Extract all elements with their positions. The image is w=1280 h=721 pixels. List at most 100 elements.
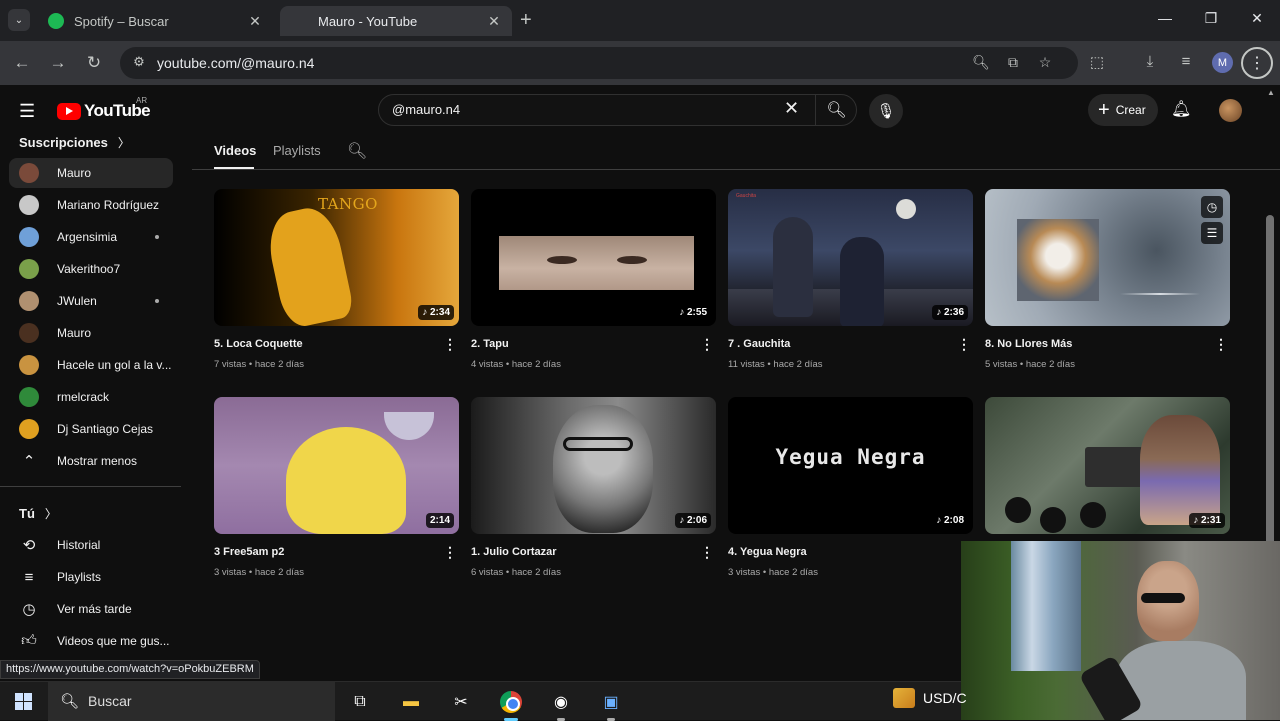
downloads-icon[interactable]: ⤓ — [1140, 53, 1160, 70]
profile-avatar[interactable]: M — [1212, 52, 1233, 73]
video-thumbnail[interactable]: Yegua Negra ♪ 2:08 — [728, 397, 973, 534]
clear-search-icon[interactable]: ✕ — [784, 98, 799, 119]
watch-later-icon[interactable]: ◷ — [1201, 196, 1223, 218]
file-explorer-icon[interactable]: ▬ — [397, 688, 425, 716]
video-thumbnail[interactable]: ♪ 2:06 — [471, 397, 716, 534]
tab-playlists[interactable]: Playlists — [273, 143, 321, 158]
extensions-icon[interactable]: ⬚ — [1087, 53, 1107, 71]
video-card[interactable]: Gauchita ♪ 2:36 7 . Gauchita 11 vistas •… — [728, 189, 973, 370]
obs-icon[interactable]: ◉ — [547, 688, 575, 721]
show-less-button[interactable]: ⌃ Mostrar menos — [9, 446, 173, 476]
sidebar-item-hacele-un-gol[interactable]: Hacele un gol a la v... — [9, 350, 173, 380]
sidebar-item-mauro[interactable]: Mauro — [9, 158, 173, 188]
sidebar-item-playlists[interactable]: ≡ Playlists — [9, 562, 173, 592]
menu-icon[interactable]: ☰ — [19, 101, 35, 122]
duration-badge: 2:14 — [425, 513, 454, 528]
currency-ticker[interactable]: USD/C — [893, 688, 967, 708]
zoom-icon[interactable]: 🔍︎ — [972, 54, 990, 71]
more-actions-icon[interactable]: ⋮ — [700, 336, 714, 353]
channel-search-icon[interactable]: 🔍︎ — [347, 141, 367, 161]
video-card[interactable]: 2:14 3 Free5am p2 3 vistas • hace 2 días… — [214, 397, 459, 578]
close-tab-icon[interactable]: ✕ — [486, 13, 502, 30]
restore-button[interactable]: ❐ — [1201, 10, 1221, 27]
video-title[interactable]: 1. Julio Cortazar — [471, 546, 557, 558]
thumbnail-character — [286, 427, 406, 534]
back-arrow-icon[interactable]: ← — [12, 53, 32, 73]
more-actions-icon[interactable]: ⋮ — [443, 544, 457, 561]
browser-menu-icon[interactable]: ⋮ — [1241, 47, 1273, 79]
minimize-button[interactable]: — — [1155, 10, 1175, 26]
video-thumbnail[interactable]: Gauchita ♪ 2:36 — [728, 189, 973, 326]
tab-spotify[interactable]: Spotify – Buscar ✕ — [38, 6, 273, 36]
add-to-queue-icon[interactable]: ☰ — [1201, 222, 1223, 244]
more-actions-icon[interactable]: ⋮ — [443, 336, 457, 353]
notifications-bell-icon[interactable]: 🔔︎ — [1171, 99, 1191, 119]
scroll-up-arrow-icon[interactable]: ▲ — [1267, 88, 1275, 97]
task-view-icon[interactable]: ⧉ — [346, 688, 374, 716]
photos-icon[interactable]: ▣ — [597, 688, 625, 721]
windows-start-icon[interactable] — [15, 693, 32, 710]
chevron-right-icon: 〉 — [44, 507, 57, 521]
address-bar[interactable]: ⚙ youtube.com/@mauro.n4 🔍︎ ⧉ ☆ — [120, 47, 1078, 79]
sidebar-item-dj-santiago-cejas[interactable]: Dj Santiago Cejas — [9, 414, 173, 444]
taskbar-search[interactable]: 🔍︎ Buscar — [48, 682, 335, 721]
sidebar-item-liked-videos[interactable]: 👍︎ Videos que me gus... — [9, 626, 173, 656]
video-title[interactable]: 4. Yegua Negra — [728, 546, 807, 558]
new-tab-button[interactable]: + — [520, 9, 532, 32]
reload-icon[interactable]: ↻ — [84, 53, 104, 73]
thumbnail-person — [1140, 415, 1220, 525]
media-control-icon[interactable]: ≡ — [1176, 53, 1196, 70]
video-title[interactable]: 2. Tapu — [471, 338, 509, 350]
chevron-up-icon: ⌃ — [22, 453, 36, 470]
search-box[interactable]: @mauro.n4 ✕ 🔍︎ — [378, 94, 857, 126]
sidebar-item-rmelcrack[interactable]: rmelcrack — [9, 382, 173, 412]
site-info-icon[interactable]: ⚙ — [130, 54, 148, 72]
video-thumbnail[interactable]: ♪ 2:31 — [985, 397, 1230, 534]
search-button[interactable]: 🔍︎ — [815, 95, 857, 125]
close-tab-icon[interactable]: ✕ — [247, 13, 263, 30]
video-card[interactable]: Yegua Negra ♪ 2:08 4. Yegua Negra 3 vist… — [728, 397, 973, 578]
link-status-bubble: https://www.youtube.com/watch?v=oPokbuZE… — [0, 660, 260, 679]
url-text[interactable]: youtube.com/@mauro.n4 — [157, 55, 314, 71]
video-thumbnail[interactable]: ◷ ☰ — [985, 189, 1230, 326]
video-title[interactable]: 7 . Gauchita — [728, 338, 790, 350]
capcut-icon[interactable]: ✂ — [447, 688, 475, 716]
sidebar-item-watch-later[interactable]: ◷ Ver más tarde — [9, 594, 173, 624]
video-title[interactable]: 3 Free5am p2 — [214, 546, 284, 558]
video-card[interactable]: ♪ 2:55 2. Tapu 4 vistas • hace 2 días ⋮ — [471, 189, 716, 370]
sidebar-item-argensimia[interactable]: Argensimia — [9, 222, 173, 252]
sidebar-item-history[interactable]: ⟲ Historial — [9, 530, 173, 560]
sidebar-item-mariano-rodriguez[interactable]: Mariano Rodríguez — [9, 190, 173, 220]
sidebar-item-mauro-2[interactable]: Mauro — [9, 318, 173, 348]
tab-videos[interactable]: Videos — [214, 143, 256, 158]
video-card[interactable]: TANGO ♪ 2:34 5. Loca Coquette 7 vistas •… — [214, 189, 459, 370]
close-window-button[interactable]: ✕ — [1247, 10, 1267, 27]
more-actions-icon[interactable]: ⋮ — [957, 336, 971, 353]
video-thumbnail[interactable]: 2:14 — [214, 397, 459, 534]
video-thumbnail[interactable]: TANGO ♪ 2:34 — [214, 189, 459, 326]
sidebar-item-vakerithoo7[interactable]: Vakerithoo7 — [9, 254, 173, 284]
tab-search-button[interactable]: ⌄ — [8, 9, 30, 31]
search-input[interactable]: @mauro.n4 — [392, 102, 460, 117]
install-app-icon[interactable]: ⧉ — [1004, 54, 1022, 71]
video-card[interactable]: ♪ 2:06 1. Julio Cortazar 6 vistas • hace… — [471, 397, 716, 578]
forward-arrow-icon[interactable]: → — [48, 53, 68, 73]
chrome-icon[interactable] — [497, 688, 525, 721]
account-avatar[interactable] — [1219, 99, 1242, 122]
create-button[interactable]: + Crear — [1088, 94, 1158, 126]
video-card[interactable]: ♪ 2:31 — [985, 397, 1230, 534]
more-actions-icon[interactable]: ⋮ — [1214, 336, 1228, 353]
you-heading[interactable]: Tú 〉 — [19, 505, 57, 522]
sidebar-item-label: Historial — [57, 538, 101, 552]
video-card-hovered[interactable]: ◷ ☰ 8. No Llores Más 5 vistas • hace 2 d… — [985, 189, 1230, 370]
tab-youtube[interactable]: Mauro - YouTube ✕ — [280, 6, 512, 113]
video-title[interactable]: 5. Loca Coquette — [214, 338, 303, 350]
voice-search-icon[interactable]: 🎙︎ — [869, 94, 903, 128]
youtube-logo[interactable]: YouTube AR — [57, 96, 151, 121]
more-actions-icon[interactable]: ⋮ — [700, 544, 714, 561]
bookmark-star-icon[interactable]: ☆ — [1036, 54, 1054, 71]
subscriptions-heading[interactable]: Suscripciones 〉 — [19, 134, 130, 151]
video-thumbnail[interactable]: ♪ 2:55 — [471, 189, 716, 326]
sidebar-item-jwulen[interactable]: JWulen — [9, 286, 173, 316]
video-title[interactable]: 8. No Llores Más — [985, 338, 1072, 350]
